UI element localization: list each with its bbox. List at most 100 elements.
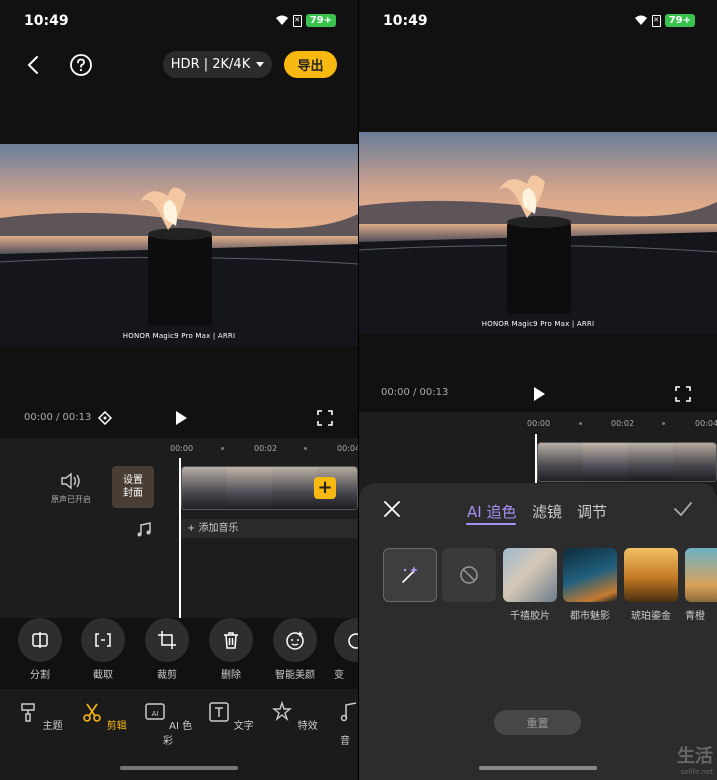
tool-speed[interactable]: 变	[334, 618, 358, 681]
music-note-icon[interactable]	[136, 522, 152, 538]
ruler-tick	[662, 422, 665, 425]
site-watermark: 生活 selife.net	[677, 742, 713, 776]
tool-delete[interactable]: 删除	[206, 618, 256, 681]
magic-wand-icon	[402, 566, 418, 583]
play-icon[interactable]	[531, 386, 547, 402]
tool-label: 截取	[93, 670, 113, 681]
tool-split[interactable]: 分割	[15, 618, 65, 681]
add-music-button[interactable]: + 添加音乐	[181, 519, 358, 538]
tool-trim[interactable]: 截取	[78, 618, 128, 681]
video-preview[interactable]: HONOR Magic9 Pro Max | ARRI	[359, 132, 717, 334]
playhead[interactable]	[179, 458, 181, 618]
reset-button[interactable]: 重置	[494, 710, 581, 735]
quality-label: HDR | 2K/4K	[170, 57, 251, 72]
keyframe-icon[interactable]	[98, 411, 112, 425]
quality-selector[interactable]: HDR | 2K/4K	[163, 51, 272, 78]
nav-text[interactable]: 文字	[206, 701, 256, 732]
filter-thumbnail	[624, 548, 678, 602]
video-clip-strip[interactable]	[537, 442, 717, 482]
tool-label: 变	[334, 670, 344, 681]
player-controls: 00:00 / 00:13	[359, 381, 717, 407]
battery-indicator: 79+	[305, 14, 336, 27]
active-tab-indicator	[466, 523, 516, 525]
filter-label: 琥珀鎏金	[631, 611, 671, 622]
clip-frame	[628, 443, 673, 481]
effects-icon	[272, 700, 293, 722]
ruler-label: 00:02	[611, 419, 635, 428]
wifi-icon	[634, 15, 647, 25]
tab-ai-match-color[interactable]: AI 追色	[467, 501, 516, 522]
filter-label: 青橙	[685, 611, 705, 622]
ruler-label: 00:02	[254, 444, 278, 453]
tab-filters[interactable]: 滤镜	[532, 501, 562, 522]
confirm-check-icon[interactable]	[673, 501, 693, 517]
ai-magic-tile[interactable]	[383, 548, 437, 602]
nav-label: 特效	[297, 721, 318, 732]
no-filter-tile[interactable]	[442, 548, 496, 602]
timeline-area[interactable]: 00:00 00:02 00:04	[359, 412, 717, 492]
tool-crop[interactable]: 裁剪	[142, 618, 192, 681]
chevron-down-icon	[256, 62, 265, 67]
tool-label: 裁剪	[157, 670, 177, 681]
nav-label: 剪辑	[106, 721, 127, 732]
status-bar: 10:49 ✕ 79+	[359, 0, 717, 40]
svg-text:AI: AI	[151, 710, 158, 718]
cover-label: 设置 封面	[123, 475, 143, 499]
nav-effects[interactable]: 特效	[270, 700, 320, 732]
timecode: 00:00 / 00:13	[381, 387, 449, 398]
help-icon[interactable]	[69, 53, 93, 77]
wifi-icon	[275, 15, 288, 25]
filter-urban-shadow[interactable]: 都市魅影	[563, 548, 617, 622]
home-indicator[interactable]	[479, 766, 597, 770]
filter-label: 千禧胶片	[510, 611, 550, 622]
nav-ai-color[interactable]: AI AI 色彩	[143, 701, 193, 747]
export-button[interactable]: 导出	[284, 51, 337, 78]
timeline-area[interactable]: 00:00 00:02 00:04 原声已开启 + 添加音乐	[0, 438, 358, 618]
back-icon[interactable]	[22, 53, 46, 77]
player-controls: 00:00 / 00:13	[0, 406, 358, 432]
nav-edit[interactable]: 剪辑	[79, 701, 129, 732]
video-preview[interactable]: HONOR Magic9 Pro Max | ARRI	[0, 144, 358, 346]
bottom-nav: 主题 剪辑 AI AI 色彩 文字 特效 音	[0, 689, 358, 780]
battery-indicator: 79+	[664, 14, 695, 27]
nav-theme[interactable]: 主题	[15, 701, 65, 732]
filter-thumbnail	[563, 548, 617, 602]
close-icon[interactable]	[383, 500, 401, 518]
trim-icon	[95, 633, 111, 647]
clip-frame	[272, 467, 317, 509]
filter-amber-gold[interactable]: 琥珀鎏金	[624, 548, 678, 622]
tab-adjust[interactable]: 调节	[577, 501, 607, 522]
tool-label: 分割	[30, 670, 50, 681]
trash-icon	[224, 632, 238, 649]
clip-frame	[227, 467, 272, 509]
text-icon	[209, 702, 230, 722]
fullscreen-icon[interactable]	[675, 386, 691, 402]
ruler-tick	[579, 422, 582, 425]
nav-label: 主题	[42, 721, 63, 732]
set-cover-button[interactable]: 设置 封面	[112, 466, 154, 508]
ruler-label: 00:00	[170, 444, 194, 453]
clip-frame	[583, 443, 628, 481]
ai-color-icon: AI	[145, 703, 165, 720]
nav-label: 音	[340, 736, 350, 747]
filter-millennium-film[interactable]: 千禧胶片	[503, 548, 557, 622]
device-watermark: HONOR Magic9 Pro Max | ARRI	[481, 320, 595, 328]
filter-teal-orange[interactable]: 青橙	[685, 548, 717, 622]
clip-frame	[182, 467, 227, 509]
fullscreen-icon[interactable]	[317, 410, 333, 426]
play-icon[interactable]	[173, 410, 189, 426]
tool-label: 智能美颜	[275, 670, 315, 681]
tool-beauty[interactable]: 智能美颜	[270, 618, 320, 681]
theme-icon	[21, 703, 36, 722]
speed-icon	[348, 633, 358, 649]
filter-label: 都市魅影	[570, 611, 610, 622]
nav-audio[interactable]: 音	[334, 701, 358, 747]
edit-tools: 分割 截取 裁剪 删除 智能美颜 变	[0, 618, 358, 688]
music-icon	[340, 702, 357, 722]
status-bar: 10:49 ✕ 79+	[0, 0, 358, 40]
ruler-label: 00:00	[527, 419, 551, 428]
add-clip-button[interactable]: +	[314, 477, 336, 499]
home-indicator[interactable]	[120, 766, 238, 770]
tool-label: 删除	[221, 670, 241, 681]
speaker-icon[interactable]	[60, 472, 82, 490]
